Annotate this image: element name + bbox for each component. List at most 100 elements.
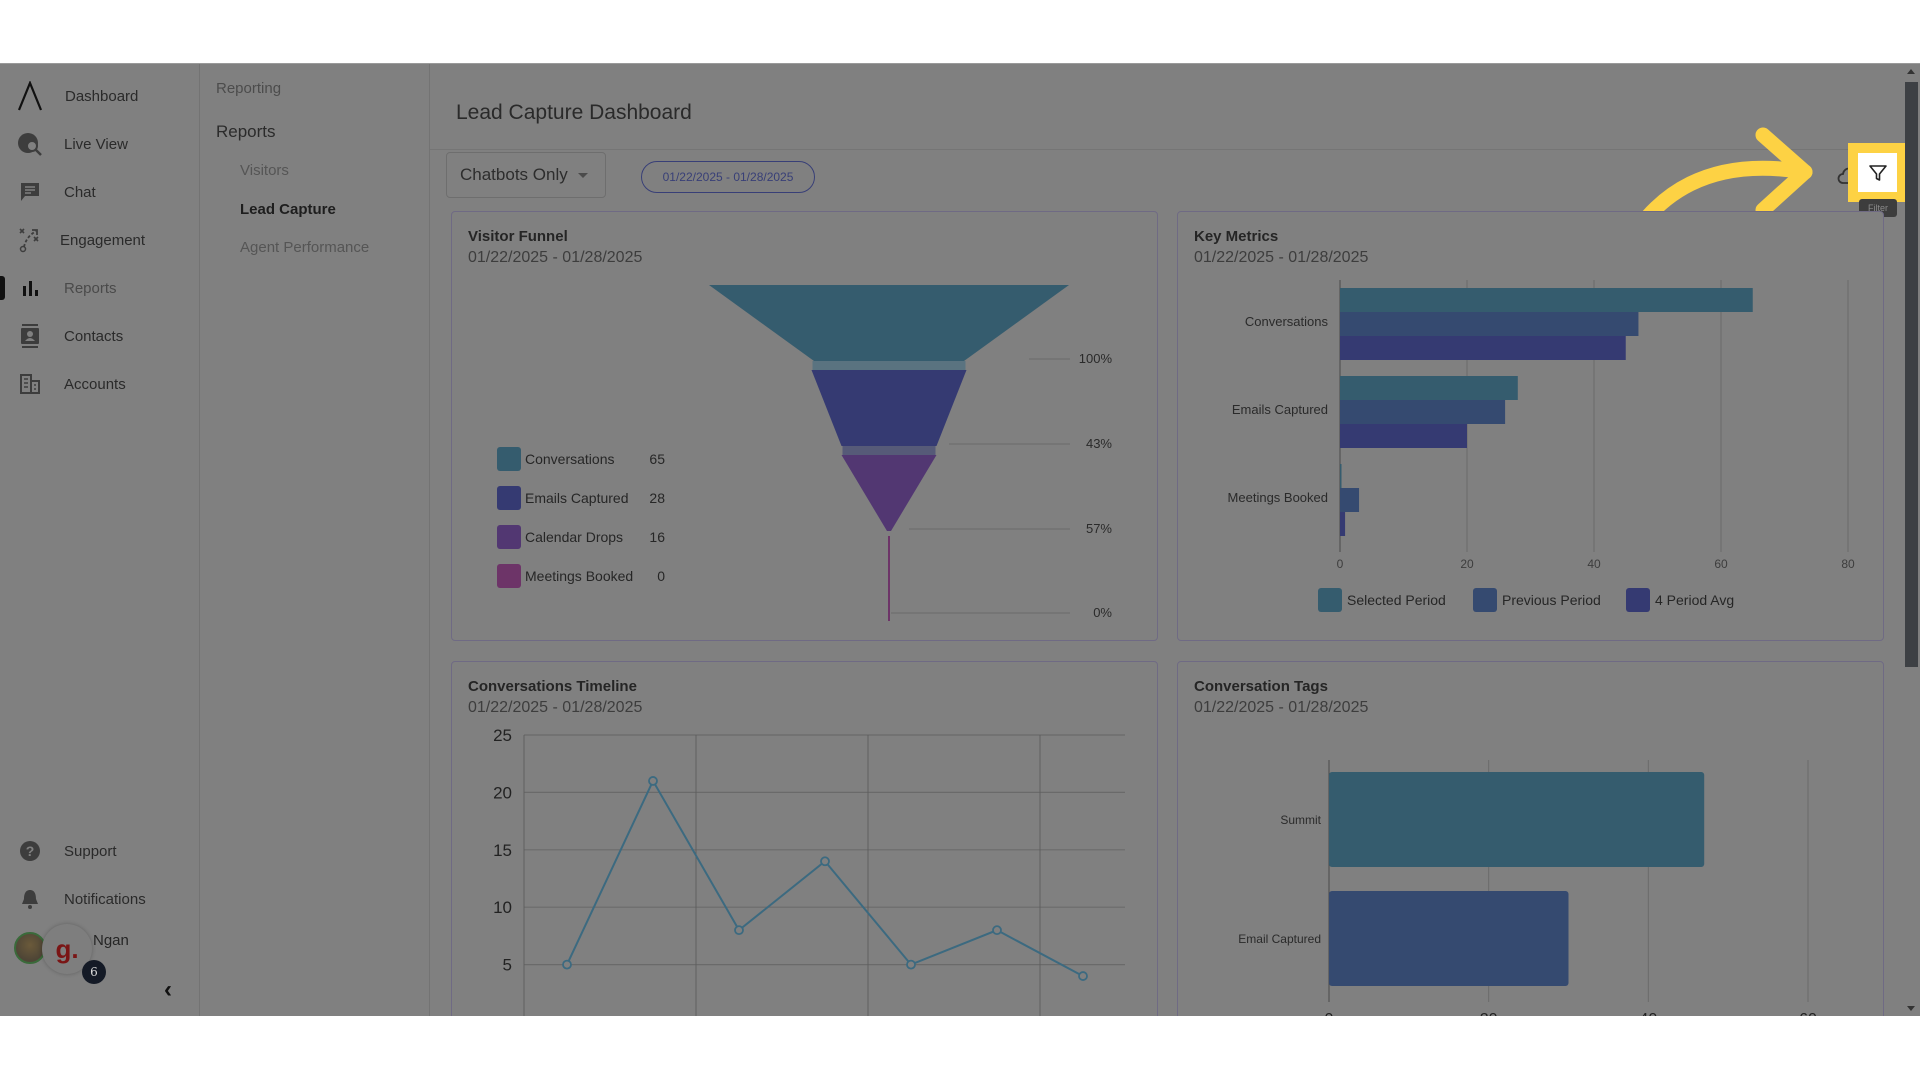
- nav-item-chat[interactable]: Chat: [0, 172, 200, 212]
- scroll-up-icon[interactable]: [1907, 69, 1915, 74]
- series-line: [566, 778, 1084, 977]
- nav-label: Accounts: [64, 375, 126, 393]
- active-indicator: [0, 276, 5, 300]
- nav-item-contacts[interactable]: Contacts: [0, 316, 200, 356]
- legend-swatch: [1473, 588, 1497, 612]
- legend-value: 28: [649, 490, 665, 506]
- y-tick-label: 10: [493, 898, 512, 917]
- x-tick-label: 20: [1460, 557, 1474, 571]
- funnel-percent-label: 100%: [1079, 351, 1113, 366]
- subnav-item-agent-performance[interactable]: Agent Performance: [240, 239, 369, 256]
- logo-icon: [16, 81, 44, 111]
- subnav-item-lead-capture[interactable]: Lead Capture: [240, 201, 336, 218]
- subnav-title: Reports: [216, 122, 276, 141]
- page-scrollbar[interactable]: [1905, 64, 1920, 1016]
- nav-item-live-view[interactable]: Live View: [0, 124, 200, 164]
- nav-item-accounts[interactable]: Accounts: [0, 364, 200, 404]
- legend-label: Emails Captured: [525, 490, 629, 506]
- bar: [1340, 400, 1506, 424]
- legend-item: Meetings Booked 0: [497, 564, 665, 588]
- nav-label: Support: [64, 842, 117, 860]
- app-window: Dashboard Live View Chat Engagement Repo…: [0, 63, 1920, 1016]
- legend-item: Calendar Drops 16: [497, 525, 665, 549]
- x-tick-label: 20: [1480, 1011, 1498, 1016]
- nav-item-notifications[interactable]: Notifications: [0, 879, 200, 919]
- funnel-connector: [812, 361, 966, 370]
- left-navigation: Dashboard Live View Chat Engagement Repo…: [0, 64, 200, 1016]
- funnel-percent-label: 0%: [1093, 605, 1112, 620]
- notification-badge: 6: [82, 960, 106, 984]
- nav-label: Chat: [64, 183, 96, 201]
- data-point: [820, 856, 830, 867]
- bar: [1340, 376, 1518, 400]
- legend-item: Selected Period: [1318, 588, 1446, 612]
- y-category-label: Meetings Booked: [1228, 490, 1328, 505]
- bar: [1340, 512, 1346, 536]
- legend-item: Previous Period: [1473, 588, 1601, 612]
- y-tick-label: 15: [493, 841, 512, 860]
- scroll-down-icon[interactable]: [1907, 1006, 1915, 1011]
- help-icon: ?: [16, 837, 44, 865]
- user-menu[interactable]: g. 6 Ngan: [12, 924, 192, 984]
- chevron-down-icon: [577, 172, 588, 178]
- y-tick-label: 5: [503, 956, 512, 975]
- nav-item-dashboard[interactable]: Dashboard: [0, 76, 200, 116]
- bot-type-select-value: Chatbots Only: [460, 165, 568, 184]
- legend-item: Conversations 65: [497, 447, 665, 471]
- legend-label: Previous Period: [1502, 592, 1601, 608]
- nav-item-support[interactable]: ? Support: [0, 831, 200, 871]
- y-tick-label: 25: [493, 726, 512, 745]
- legend-swatch: [497, 525, 521, 549]
- legend-item: 4 Period Avg: [1626, 588, 1734, 612]
- legend-label: 4 Period Avg: [1655, 592, 1735, 608]
- collapse-sidebar-button[interactable]: ‹: [164, 976, 172, 1004]
- data-point: [734, 925, 744, 936]
- funnel-connector: [842, 446, 936, 455]
- bar: [1329, 891, 1569, 986]
- bar: [1340, 488, 1360, 512]
- bell-icon: [16, 885, 44, 913]
- y-category-label: Email Captured: [1238, 932, 1321, 946]
- bar: [1340, 424, 1467, 448]
- legend-swatch: [497, 564, 521, 588]
- nav-label: Contacts: [64, 327, 124, 345]
- conversations-timeline-card: Conversations Timeline 01/22/2025 - 01/2…: [451, 661, 1158, 1016]
- nav-label: Engagement: [60, 231, 146, 249]
- data-point: [1078, 971, 1088, 981]
- nav-item-reports[interactable]: Reports: [0, 268, 200, 308]
- funnel-segment: [841, 455, 937, 531]
- bot-type-select[interactable]: Chatbots Only: [446, 152, 606, 198]
- date-range-chip[interactable]: 01/22/2025 - 01/28/2025: [641, 161, 815, 193]
- divider: [430, 149, 1905, 150]
- x-tick-label: 60: [1714, 557, 1728, 571]
- nav-item-engagement[interactable]: Engagement: [0, 220, 200, 260]
- y-category-label: Conversations: [1245, 314, 1329, 329]
- bar: [1340, 464, 1342, 488]
- reports-subnav: Reporting Reports Visitors Lead Capture …: [200, 64, 430, 1016]
- bar: [1340, 312, 1639, 336]
- page-title: Lead Capture Dashboard: [456, 101, 692, 124]
- conversation-tags-chart: 0 20 40 60 Summit Email Captured: [1238, 760, 1817, 1016]
- live-view-icon: [16, 130, 44, 158]
- filter-button[interactable]: [1858, 153, 1897, 192]
- x-tick-label: 0: [1337, 557, 1344, 571]
- y-category-label: Summit: [1280, 813, 1321, 827]
- legend-label: Meetings Booked: [525, 568, 634, 584]
- filter-icon: [1868, 164, 1887, 181]
- legend-swatch: [1318, 588, 1342, 612]
- scrollbar-thumb[interactable]: [1905, 82, 1918, 667]
- bar: [1329, 772, 1705, 867]
- svg-text:?: ?: [26, 843, 35, 859]
- bar: [1340, 288, 1753, 312]
- reports-icon: [16, 274, 44, 302]
- x-tick-label: 40: [1587, 557, 1601, 571]
- bar: [1340, 336, 1626, 360]
- y-category-label: Emails Captured: [1232, 402, 1328, 417]
- legend-value: 16: [649, 529, 665, 545]
- subnav-item-visitors[interactable]: Visitors: [240, 162, 289, 179]
- main-content: Lead Capture Dashboard Chatbots Only 01/…: [430, 64, 1907, 1016]
- legend-swatch: [1626, 588, 1650, 612]
- legend-item: Emails Captured 28: [497, 486, 665, 510]
- contacts-icon: [16, 322, 44, 350]
- funnel-segment: [709, 285, 1069, 361]
